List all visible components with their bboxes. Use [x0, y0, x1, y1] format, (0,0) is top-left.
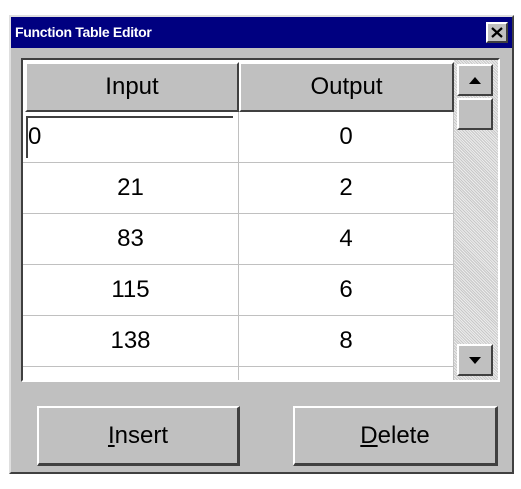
output-cell[interactable]: 4: [239, 214, 454, 265]
output-cell[interactable]: 8: [239, 316, 454, 367]
delete-label-rest: elete: [377, 421, 430, 449]
input-cell[interactable]: 138: [23, 316, 239, 367]
output-cell[interactable]: 6: [239, 265, 454, 316]
output-cell-value: 4: [339, 225, 353, 252]
column-header-input[interactable]: Input: [25, 62, 239, 112]
input-cell[interactable]: 115: [23, 265, 239, 316]
output-cell[interactable]: 2: [239, 163, 454, 214]
input-cell[interactable]: 83: [23, 214, 239, 265]
input-cell-value: 138: [110, 327, 151, 354]
function-table-editor-window: Function Table Editor Input Output 0 0 2…: [9, 15, 514, 474]
table-row: 138 8: [23, 316, 454, 367]
scroll-thumb[interactable]: [457, 98, 493, 130]
input-cell-editing[interactable]: 0: [23, 112, 239, 163]
output-cell-value: 2: [339, 174, 353, 201]
scroll-up-button[interactable]: [457, 64, 493, 96]
insert-button-label: Insert: [108, 422, 168, 450]
close-icon: [491, 27, 503, 38]
output-cell[interactable]: [239, 367, 454, 380]
arrow-up-icon: [469, 76, 481, 84]
output-cell-value: 6: [339, 276, 353, 303]
input-cell-value: 21: [117, 174, 144, 201]
close-button[interactable]: [486, 22, 508, 43]
arrow-down-icon: [469, 356, 481, 364]
title-bar[interactable]: Function Table Editor: [11, 17, 512, 48]
table-row: 83 4: [23, 214, 454, 265]
cell-edit-box: [26, 116, 233, 158]
input-cell-value: 83: [117, 225, 144, 252]
table-row: 0 0: [23, 112, 454, 163]
vertical-scrollbar[interactable]: [454, 60, 498, 380]
insert-button[interactable]: Insert: [37, 406, 240, 466]
column-header-output-label: Output: [310, 73, 383, 100]
table-row-partial: [23, 367, 454, 380]
input-cell-value: 115: [111, 276, 150, 303]
input-cell[interactable]: 21: [23, 163, 239, 214]
delete-button[interactable]: Delete: [293, 406, 498, 466]
table-row: 115 6: [23, 265, 454, 316]
column-header-input-label: Input: [105, 73, 159, 100]
scroll-down-button[interactable]: [457, 344, 493, 376]
insert-mnemonic: I: [107, 421, 115, 449]
function-table-grid: Input Output 0 0 21 2 83 4 115 6 138 8: [21, 58, 500, 382]
window-title: Function Table Editor: [15, 24, 152, 40]
output-cell[interactable]: 0: [239, 112, 454, 163]
insert-label-rest: nsert: [114, 421, 169, 449]
output-cell-value: 0: [339, 123, 353, 150]
input-cell[interactable]: [23, 367, 239, 380]
delete-mnemonic: D: [360, 421, 378, 449]
delete-button-label: Delete: [360, 422, 429, 450]
table-row: 21 2: [23, 163, 454, 214]
output-cell-value: 8: [339, 327, 353, 354]
column-header-output[interactable]: Output: [239, 62, 454, 112]
